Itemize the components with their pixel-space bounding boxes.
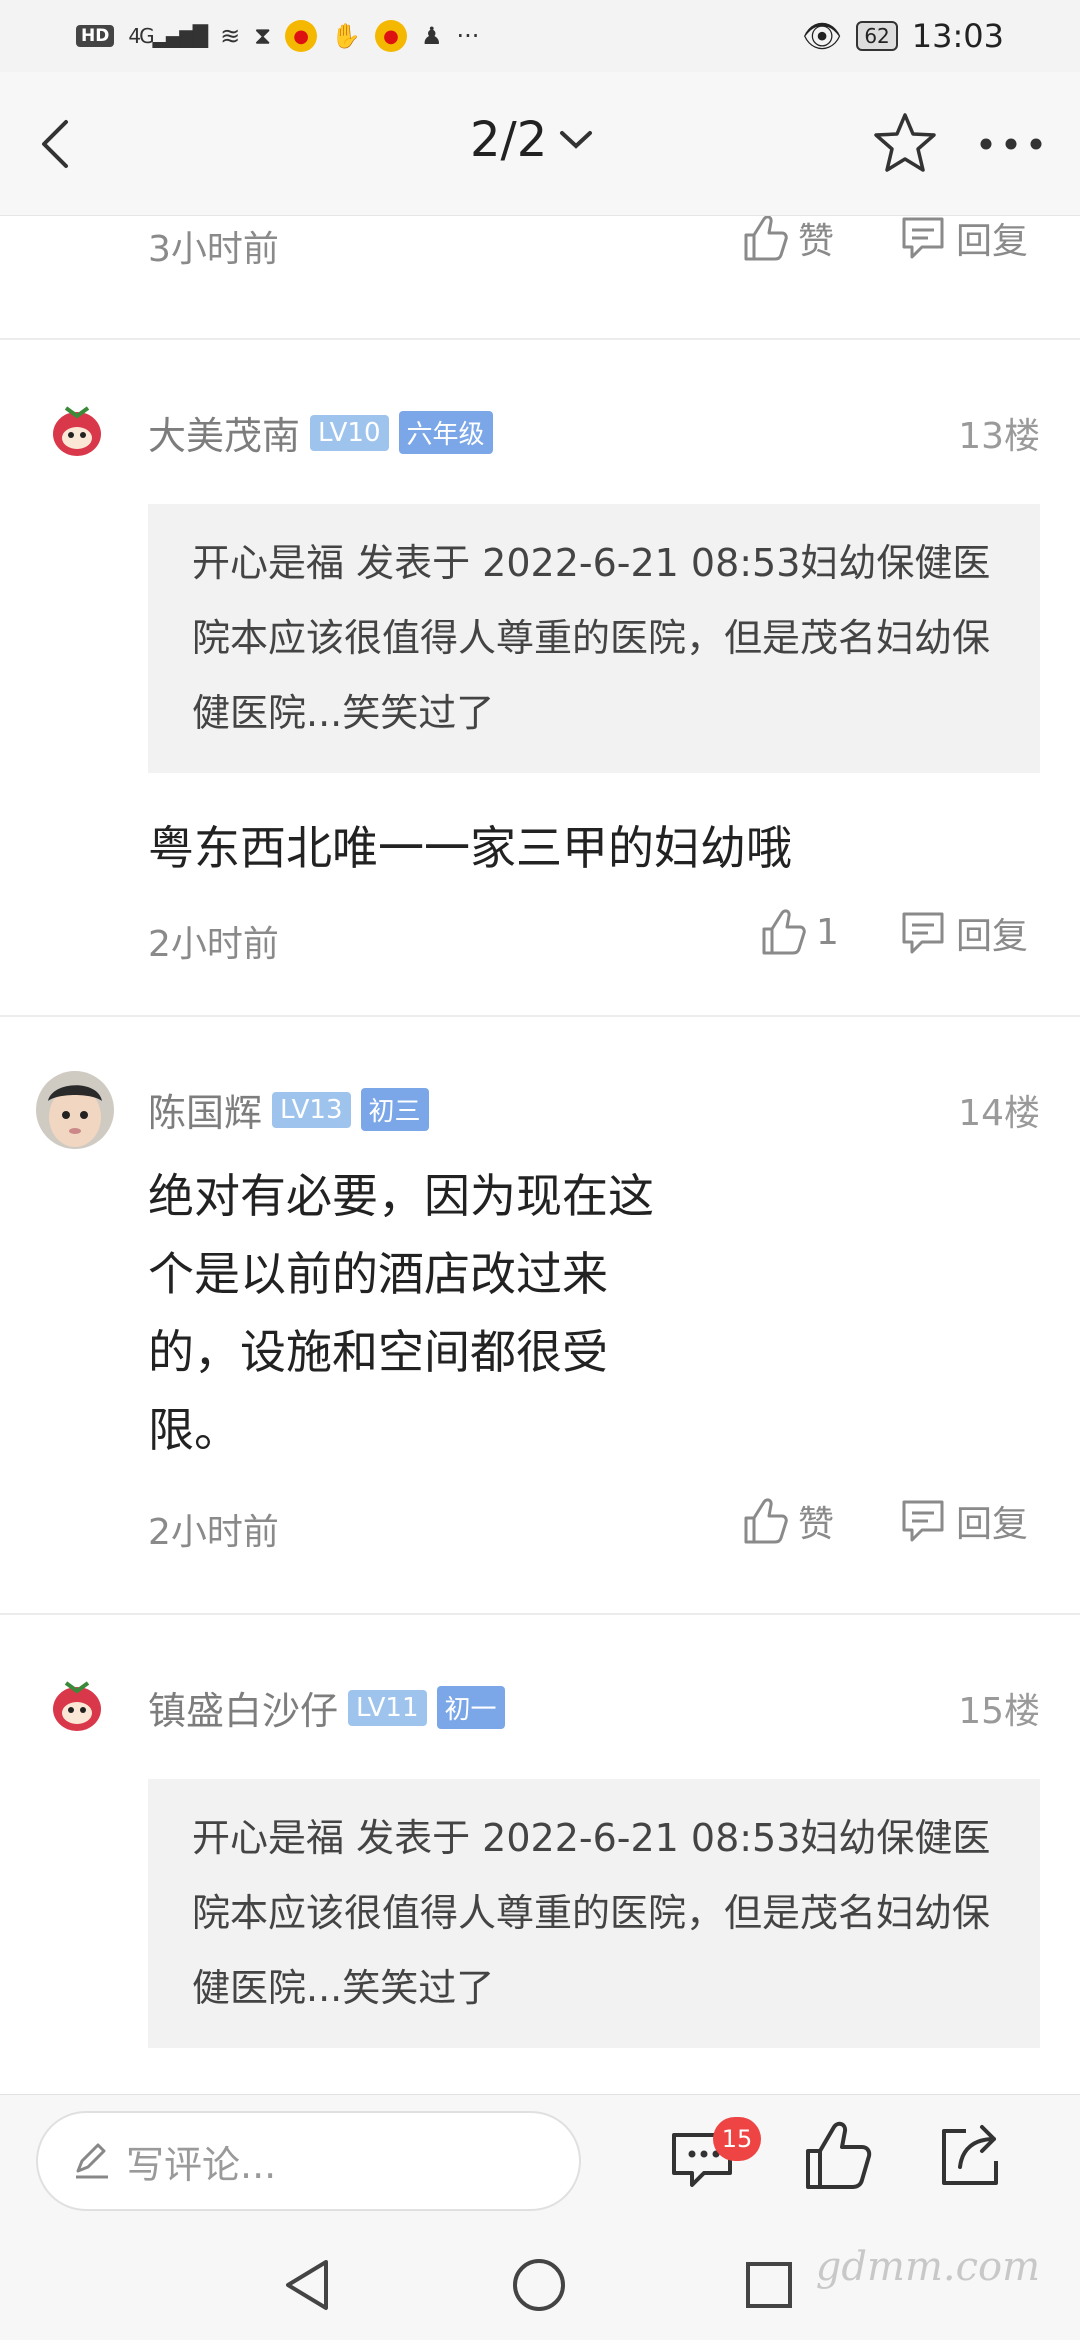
avatar[interactable] bbox=[36, 1071, 114, 1149]
comment-meta: 2小时前 1 回复 bbox=[0, 897, 1080, 995]
floor-14: 陈国辉 LV13 初三 14楼 绝对有必要，因为现在这个是以前的酒店改过来的，设… bbox=[0, 1037, 1080, 1583]
chevron-down-icon bbox=[560, 131, 593, 149]
comment-icon bbox=[902, 1500, 944, 1542]
signal-icon: 4G▂▄▆█ bbox=[128, 24, 208, 48]
weibo-icon-2: ● bbox=[374, 20, 407, 52]
pencil-icon bbox=[76, 2143, 108, 2179]
floor-13: 大美茂南 LV10 六年级 13楼 开心是福 发表于 2022-6-21 08:… bbox=[0, 360, 1080, 995]
like-post-icon[interactable] bbox=[798, 2117, 878, 2197]
comment-icon bbox=[902, 217, 944, 259]
page-indicator: 2/2 bbox=[470, 112, 548, 168]
grade-badge: 六年级 bbox=[398, 411, 493, 454]
floor-number: 13楼 bbox=[958, 416, 1040, 457]
quoted-post[interactable]: 开心是福 发表于 2022-6-21 08:53妇幼保健医院本应该很值得人尊重的… bbox=[148, 504, 1040, 773]
prev-floor-meta: 3小时前 赞 回复 bbox=[0, 216, 1080, 322]
reply-label: 回复 bbox=[956, 916, 1029, 957]
nav-home-icon[interactable] bbox=[508, 2254, 570, 2316]
reply-label: 回复 bbox=[956, 221, 1029, 262]
level-badge: LV11 bbox=[348, 1689, 427, 1726]
comment-body: 粤东西北唯一一家三甲的妇幼哦 bbox=[148, 821, 792, 875]
page-selector[interactable]: 2/2 bbox=[470, 112, 593, 168]
level-badge: LV13 bbox=[272, 1091, 351, 1128]
like-label: 赞 bbox=[798, 221, 835, 262]
reply-label: 回复 bbox=[956, 1504, 1029, 1545]
grade-badge: 初三 bbox=[360, 1088, 429, 1131]
floor-header: 陈国辉 LV13 初三 14楼 bbox=[0, 1037, 1080, 1157]
like-button[interactable]: 1 bbox=[760, 907, 839, 957]
quoted-post[interactable]: 开心是福 发表于 2022-6-21 08:53妇幼保健医院本应该很值得人尊重的… bbox=[148, 1779, 1040, 2048]
like-button[interactable]: 赞 bbox=[742, 1495, 834, 1547]
back-arrow-icon[interactable] bbox=[28, 114, 88, 174]
thumbs-up-icon bbox=[744, 1498, 788, 1544]
floor-header: 大美茂南 LV10 六年级 13楼 bbox=[0, 360, 1080, 480]
username[interactable]: 陈国辉 bbox=[148, 1082, 262, 1137]
eye-icon: 👁 bbox=[801, 17, 843, 55]
comment-count-badge: 15 bbox=[713, 2117, 761, 2161]
battery-icon: 62 bbox=[856, 21, 898, 51]
more-options-icon[interactable] bbox=[976, 132, 1046, 156]
reply-button[interactable]: 回复 bbox=[900, 216, 1028, 264]
grade-badge: 初一 bbox=[436, 1686, 505, 1729]
post-time: 3小时前 bbox=[148, 229, 279, 270]
reply-button[interactable]: 回复 bbox=[900, 1495, 1028, 1547]
top-nav-bar: 2/2 bbox=[0, 72, 1080, 216]
comment-icon bbox=[902, 912, 944, 954]
qq-icon: ♟ bbox=[420, 22, 443, 50]
thumbs-up-icon bbox=[744, 216, 788, 261]
divider bbox=[0, 338, 1080, 360]
hd-icon: HD bbox=[76, 25, 115, 47]
clock: 13:03 bbox=[911, 17, 1004, 55]
nav-back-icon[interactable] bbox=[278, 2254, 340, 2316]
wifi-icon: ≋ bbox=[220, 22, 241, 50]
floor-header: 镇盛白沙仔 LV11 初一 15楼 bbox=[0, 1635, 1080, 1755]
like-label: 赞 bbox=[798, 1504, 835, 1545]
bottom-action-bar: 写评论... bbox=[0, 2094, 1080, 2226]
comment-body: 绝对有必要，因为现在这个是以前的酒店改过来的，设施和空间都很受限。 bbox=[148, 1169, 654, 1457]
status-bar: HD 4G▂▄▆█ ≋ ⧗ ● ✋ ● ♟ ··· 👁 62 13:03 bbox=[0, 0, 1080, 72]
divider bbox=[0, 1015, 1080, 1037]
comment-list: 3小时前 赞 回复 大美茂南 LV10 六年级 13楼 开心是福 发表于 202… bbox=[0, 216, 1080, 2094]
like-count: 1 bbox=[816, 911, 839, 953]
reply-button[interactable]: 回复 bbox=[900, 907, 1028, 959]
hourglass-icon: ⧗ bbox=[254, 22, 272, 50]
post-time: 2小时前 bbox=[148, 924, 279, 965]
username[interactable]: 大美茂南 bbox=[148, 405, 300, 460]
floor-number: 14楼 bbox=[958, 1093, 1040, 1134]
network-type: 4G bbox=[128, 24, 154, 48]
post-time: 2小时前 bbox=[148, 1512, 279, 1553]
watermark: gdmm.com bbox=[815, 2244, 1040, 2290]
like-button[interactable]: 赞 bbox=[742, 216, 834, 264]
hand-icon: ✋ bbox=[331, 22, 361, 50]
comment-placeholder: 写评论... bbox=[126, 2142, 277, 2187]
thumbs-up-icon bbox=[762, 909, 806, 955]
nav-recents-icon[interactable] bbox=[738, 2254, 800, 2316]
avatar[interactable] bbox=[40, 394, 114, 468]
username[interactable]: 镇盛白沙仔 bbox=[148, 1680, 338, 1735]
divider bbox=[0, 1613, 1080, 1635]
comment-input[interactable]: 写评论... bbox=[36, 2111, 581, 2211]
weibo-icon: ● bbox=[285, 20, 318, 52]
favorite-star-icon[interactable] bbox=[872, 110, 938, 176]
comment-meta: 2小时前 赞 回复 bbox=[0, 1485, 1080, 1583]
floor-number: 15楼 bbox=[958, 1691, 1040, 1732]
avatar[interactable] bbox=[40, 1669, 114, 1743]
floor-15: 镇盛白沙仔 LV11 初一 15楼 开心是福 发表于 2022-6-21 08:… bbox=[0, 1635, 1080, 2048]
more-notifications: ··· bbox=[456, 22, 480, 50]
share-icon[interactable] bbox=[930, 2117, 1010, 2197]
level-badge: LV10 bbox=[310, 414, 389, 451]
